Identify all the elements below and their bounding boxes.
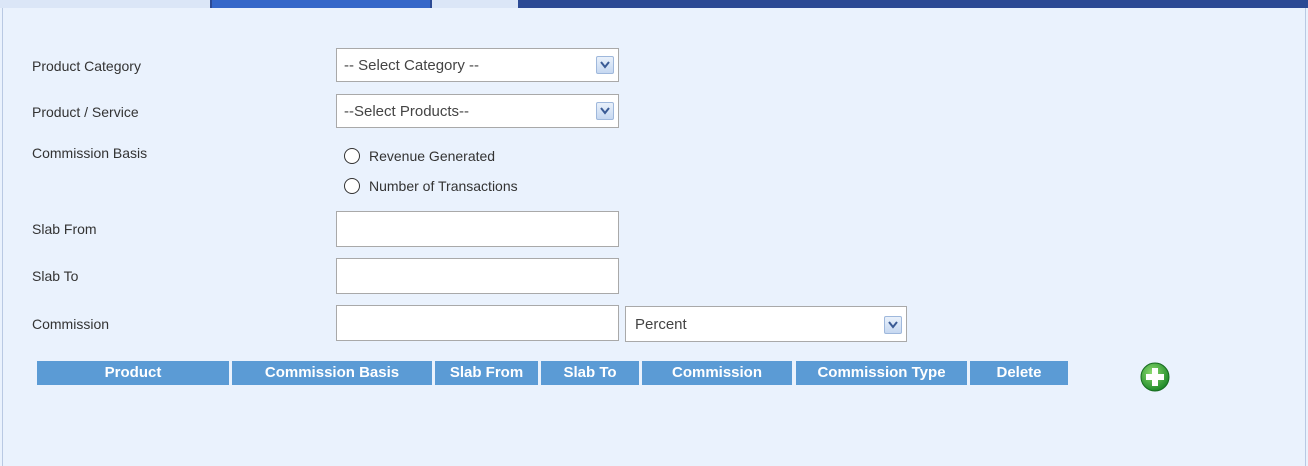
- slab-to-input[interactable]: [336, 258, 619, 294]
- tab-1[interactable]: [0, 0, 210, 8]
- tab-2-active[interactable]: [212, 0, 430, 8]
- slab-from-label: Slab From: [32, 221, 97, 237]
- column-header-commission-basis: Commission Basis: [232, 361, 432, 385]
- radio-button[interactable]: [344, 148, 360, 164]
- radio-button[interactable]: [344, 178, 360, 194]
- commission-basis-label: Commission Basis: [32, 145, 148, 161]
- column-header-slab-to: Slab To: [541, 361, 639, 385]
- commission-input[interactable]: [336, 305, 619, 341]
- commission-type-select[interactable]: Percent: [625, 306, 907, 342]
- chevron-down-icon[interactable]: [596, 56, 614, 74]
- column-header-product: Product: [37, 361, 229, 385]
- product-service-value: --Select Products--: [344, 103, 470, 120]
- add-row-button[interactable]: [1139, 361, 1171, 393]
- plus-circle-icon[interactable]: [1139, 361, 1171, 393]
- form-panel: [2, 8, 1306, 466]
- product-service-label: Product / Service: [32, 104, 139, 120]
- product-category-label: Product Category: [32, 58, 141, 74]
- commission-type-value: Percent: [635, 316, 687, 333]
- radio-number-of-transactions[interactable]: Number of Transactions: [344, 178, 518, 194]
- commission-label: Commission: [32, 316, 110, 332]
- product-service-select[interactable]: --Select Products--: [336, 94, 619, 128]
- radio-label: Number of Transactions: [369, 178, 518, 194]
- slab-from-input[interactable]: [336, 211, 619, 247]
- column-header-commission: Commission: [642, 361, 792, 385]
- column-header-commission-type: Commission Type: [796, 361, 967, 385]
- chevron-down-icon[interactable]: [596, 102, 614, 120]
- radio-label: Revenue Generated: [369, 148, 496, 164]
- product-category-select[interactable]: -- Select Category --: [336, 48, 619, 82]
- column-header-delete: Delete: [970, 361, 1068, 385]
- radio-revenue-generated[interactable]: Revenue Generated: [344, 148, 495, 164]
- product-category-value: -- Select Category --: [344, 57, 480, 74]
- column-header-slab-from: Slab From: [435, 361, 538, 385]
- chevron-down-icon[interactable]: [884, 316, 902, 334]
- tab-3[interactable]: [432, 0, 518, 8]
- slab-to-label: Slab To: [32, 268, 79, 284]
